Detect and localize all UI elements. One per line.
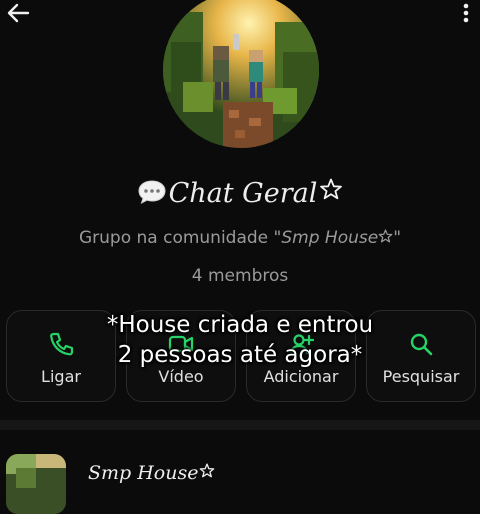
community-avatar-image: [6, 454, 66, 514]
group-avatar[interactable]: [163, 0, 319, 148]
video-icon: [168, 335, 194, 353]
more-options-icon[interactable]: [458, 2, 474, 26]
video-button-label: Vídeo: [158, 367, 204, 386]
star-icon: [320, 178, 343, 200]
speech-bubble-icon: [138, 180, 166, 204]
subtitle-suffix: ": [393, 228, 402, 248]
group-name: Chat Geral: [168, 178, 318, 209]
add-participant-label: Adicionar: [263, 367, 339, 386]
community-row[interactable]: Smp House: [0, 430, 480, 514]
back-arrow-icon[interactable]: [6, 2, 30, 24]
group-subtitle: Grupo na comunidade "Smp House ": [0, 228, 480, 248]
add-person-icon: [289, 334, 314, 355]
add-participant-button[interactable]: Adicionar: [246, 310, 356, 402]
community-name: Smp House: [88, 462, 215, 484]
member-count[interactable]: 4 membros: [0, 266, 480, 286]
community-name-text: Smp House: [88, 462, 199, 484]
subtitle-prefix: Grupo na comunidade ": [78, 228, 282, 248]
phone-icon: [50, 332, 74, 356]
section-divider: [0, 420, 480, 430]
community-link[interactable]: Smp House: [281, 228, 378, 248]
call-button[interactable]: Ligar: [6, 310, 116, 402]
call-button-label: Ligar: [41, 367, 81, 386]
avatar-scene-image: [163, 0, 319, 148]
star-icon: [378, 229, 393, 243]
group-title: Chat Geral: [0, 178, 480, 209]
community-avatar: [6, 454, 66, 514]
search-icon: [410, 333, 433, 356]
video-button[interactable]: Vídeo: [126, 310, 236, 402]
search-button[interactable]: Pesquisar: [366, 310, 476, 402]
search-button-label: Pesquisar: [382, 367, 460, 386]
star-icon: [200, 463, 215, 478]
